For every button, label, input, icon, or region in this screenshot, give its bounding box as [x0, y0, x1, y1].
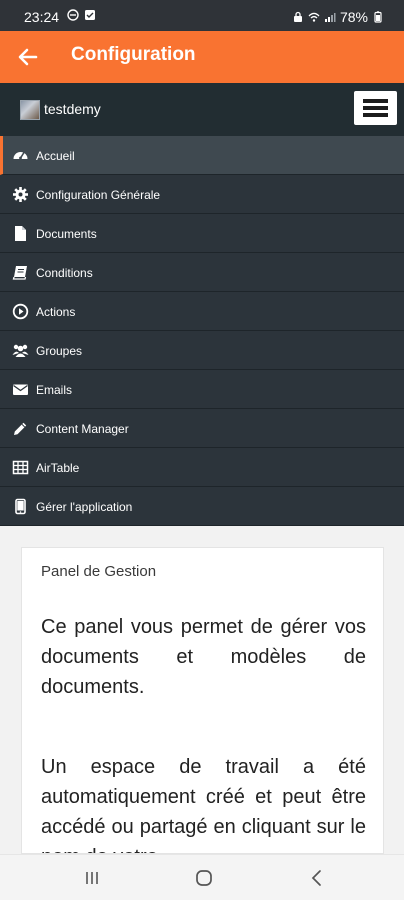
home-icon[interactable]	[193, 867, 215, 889]
app-bar: Configuration	[0, 31, 404, 83]
sidebar-item-label: Content Manager	[36, 422, 129, 436]
status-bar: 23:24 78%	[0, 0, 404, 31]
hamburger-bar	[363, 99, 388, 103]
sidebar-item-gerer-application[interactable]: Gérer l'application	[0, 487, 404, 526]
mobile-icon	[15, 498, 26, 515]
play-circle-icon	[12, 303, 29, 320]
lock-icon	[293, 11, 302, 22]
sidebar-item-configuration-generale[interactable]: Configuration Générale	[0, 175, 404, 214]
management-panel: Panel de Gestion Ce panel vous permet de…	[21, 547, 384, 854]
page-title: Configuration	[71, 44, 196, 65]
sidebar-item-conditions[interactable]: Conditions	[0, 253, 404, 292]
sidebar-item-label: Accueil	[36, 149, 75, 163]
sidebar-item-content-manager[interactable]: Content Manager	[0, 409, 404, 448]
sidebar-item-emails[interactable]: Emails	[0, 370, 404, 409]
sidebar-header: testdemy	[0, 83, 404, 136]
sidebar-item-label: Gérer l'application	[36, 500, 133, 514]
sidebar-item-accueil[interactable]: Accueil	[0, 136, 404, 175]
hamburger-menu-button[interactable]	[354, 91, 397, 125]
panel-paragraph: Un espace de travail a été automatiqueme…	[41, 756, 366, 853]
back-icon[interactable]	[306, 867, 328, 889]
status-left-icons	[67, 9, 96, 21]
avatar	[20, 100, 40, 120]
users-icon	[12, 344, 29, 357]
envelope-icon	[13, 384, 28, 395]
battery-text: 78%	[339, 9, 368, 25]
sidebar-item-label: Groupes	[36, 344, 83, 358]
status-right: 78%	[292, 9, 384, 25]
sidebar-item-airtable[interactable]: AirTable	[0, 448, 404, 487]
sidebar-item-actions[interactable]: Actions	[0, 292, 404, 331]
sidebar-item-label: Configuration Générale	[36, 188, 161, 202]
status-time: 23:24	[24, 9, 60, 25]
sidebar-item-label: Actions	[36, 305, 76, 319]
panel-title: Panel de Gestion	[41, 563, 157, 580]
username: testdemy	[44, 101, 101, 117]
do-not-disturb-icon	[67, 9, 79, 21]
wifi-icon	[308, 12, 320, 22]
signal-icon	[324, 13, 336, 22]
battery-icon	[374, 11, 382, 23]
hamburger-bar	[363, 106, 388, 110]
sidebar-item-label: Emails	[36, 383, 73, 397]
document-icon	[15, 226, 26, 241]
sidebar-item-documents[interactable]: Documents	[0, 214, 404, 253]
gear-icon	[13, 187, 28, 202]
sidebar-item-label: AirTable	[36, 461, 80, 475]
recent-apps-icon[interactable]	[81, 867, 103, 889]
sidebar-menu: Accueil Configuration Générale Documents…	[0, 136, 404, 526]
system-navigation-bar	[0, 854, 404, 900]
dashboard-icon	[13, 152, 28, 160]
sidebar-item-label: Conditions	[36, 266, 93, 280]
back-arrow-icon[interactable]	[14, 43, 42, 71]
notification-icon	[85, 10, 95, 20]
pencil-icon	[14, 422, 27, 435]
book-icon	[12, 266, 27, 280]
sidebar-item-label: Documents	[36, 227, 97, 241]
panel-paragraph: Ce panel vous permet de gérer vos docume…	[41, 616, 366, 698]
hamburger-bar	[363, 113, 388, 117]
table-icon	[12, 460, 29, 475]
sidebar-item-groupes[interactable]: Groupes	[0, 331, 404, 370]
